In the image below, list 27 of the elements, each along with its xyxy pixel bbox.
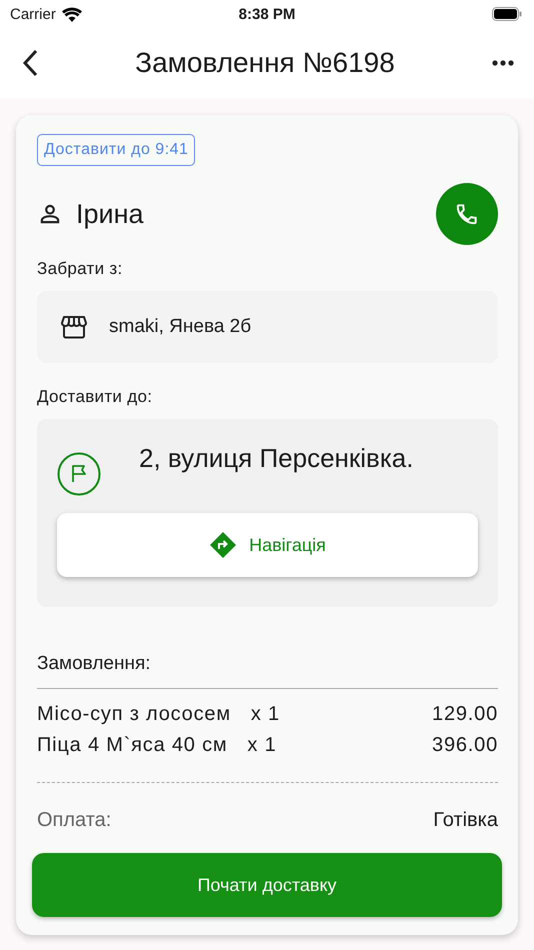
item-name: Піца 4 М`яса 40 см [37, 734, 228, 757]
deadline-badge: Доставити до 9:41 [37, 134, 196, 166]
item-quantity: x 1 [247, 734, 277, 757]
clock-time: 8:38 PM [238, 6, 296, 22]
payment-method: Готівка [433, 809, 498, 832]
flag-icon [57, 452, 101, 496]
carrier-label: Carrier [10, 6, 56, 22]
battery-icon [492, 7, 522, 21]
pickup-address: smaki, Янева 2б [109, 316, 252, 338]
direction-sign-icon [209, 531, 238, 559]
order-items-heading: Замовлення: [37, 653, 152, 675]
back-icon [22, 49, 38, 77]
item-name: Місо-суп з лососем [37, 703, 231, 726]
more-icon [492, 60, 514, 66]
navigation-button[interactable]: Навігація [57, 513, 478, 577]
customer-name: Ірина [76, 198, 145, 230]
item-quantity: x 1 [250, 703, 280, 726]
delivery-label: Доставити до: [37, 387, 154, 407]
item-price: 396.00 [432, 734, 498, 757]
wifi-icon [62, 6, 82, 22]
item-price: 129.00 [432, 703, 498, 726]
page-title: Замовлення №6198 [135, 47, 395, 79]
pickup-label: Забрати з: [37, 259, 124, 279]
delivery-address: 2, вулиця Персенківка. [139, 443, 414, 474]
store-icon [61, 315, 87, 339]
start-delivery-button[interactable]: Почати доставку [32, 853, 502, 917]
payment-label: Оплата: [37, 809, 112, 832]
